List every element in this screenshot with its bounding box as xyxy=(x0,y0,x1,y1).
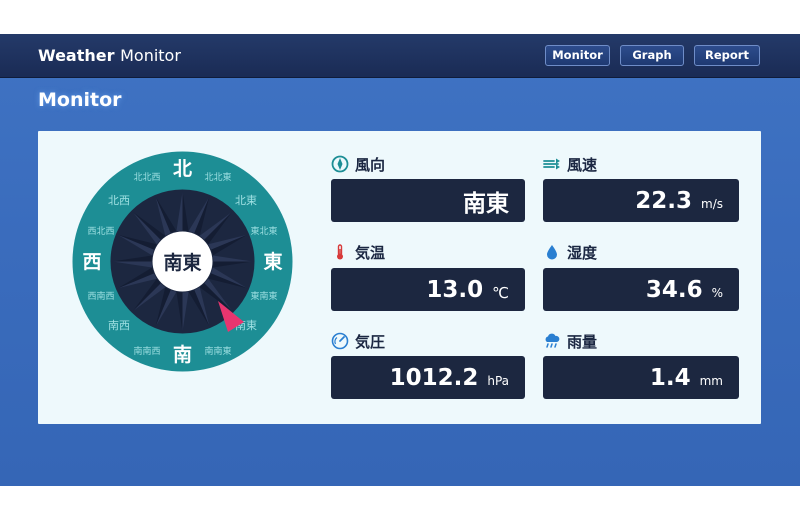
humidity-label-text: 湿度 xyxy=(567,243,598,262)
compass-ne-label: 北東 xyxy=(235,194,257,207)
compass-nw-label: 北西 xyxy=(108,194,130,207)
compass-south-label: 南 xyxy=(173,344,192,366)
app-frame: Weather Monitor Monitor Graph Report Mon… xyxy=(0,34,800,486)
rain-cloud-icon xyxy=(545,333,560,348)
rainfall-label: 雨量 xyxy=(543,330,597,352)
pressure-label: 気圧 xyxy=(331,330,385,352)
rainfall-unit: mm xyxy=(699,373,723,388)
compass-sw-label: 南西 xyxy=(108,319,130,332)
thermometer-icon xyxy=(337,244,343,260)
app-title-rest: Monitor xyxy=(120,46,181,65)
monitor-panel: 南東 北 東 南 西 北北西 北北東 北西 北東 西北西 東北東 西南西 東南東… xyxy=(38,131,761,424)
app-title: Weather Monitor xyxy=(38,46,181,65)
compass-sse-label: 南南東 xyxy=(204,345,231,357)
rainfall-label-text: 雨量 xyxy=(567,332,598,351)
wind-speed-unit: m/s xyxy=(701,196,723,211)
humidity-label: 湿度 xyxy=(543,241,597,263)
compass-wsw-label: 西南西 xyxy=(87,290,114,302)
compass-ssw-label: 南南西 xyxy=(133,345,160,357)
compass-wnw-label: 西北西 xyxy=(87,226,114,237)
wind-speed-label-text: 風速 xyxy=(567,155,598,174)
wind-compass: 南東 北 東 南 西 北北西 北北東 北西 北東 西北西 東北東 西南西 東南東… xyxy=(72,151,293,372)
temperature-unit: ℃ xyxy=(492,283,509,302)
app-title-bold: Weather xyxy=(38,46,115,65)
pressure-unit: hPa xyxy=(487,373,509,388)
temperature-label: 気温 xyxy=(331,241,385,263)
humidity-unit: % xyxy=(711,285,723,300)
nav-report-button[interactable]: Report xyxy=(694,45,760,66)
nav-graph-button[interactable]: Graph xyxy=(620,45,684,66)
top-bar: Weather Monitor Monitor Graph Report xyxy=(0,34,800,78)
pressure-label-text: 気圧 xyxy=(355,332,386,351)
temperature-value-box: 13.0 ℃ xyxy=(331,268,525,311)
rainfall-value: 1.4 xyxy=(649,364,691,391)
nav-monitor-button[interactable]: Monitor xyxy=(545,45,610,66)
wind-icon xyxy=(543,158,560,170)
rainfall-value-box: 1.4 mm xyxy=(543,356,739,399)
compass-ese-label: 東南東 xyxy=(250,290,277,302)
wind-speed-label: 風速 xyxy=(543,153,597,175)
compass-east-label: 東 xyxy=(263,250,282,273)
compass-nne-label: 北北東 xyxy=(204,171,231,183)
page-title: Monitor xyxy=(38,89,122,111)
humidity-value-box: 34.6 % xyxy=(543,268,739,311)
compass-center-label: 南東 xyxy=(163,251,201,274)
wind-direction-label: 風向 xyxy=(331,153,385,175)
compass-ene-label: 東北東 xyxy=(250,225,277,237)
temperature-value: 13.0 xyxy=(426,276,484,303)
wind-direction-value-box: 南東 xyxy=(331,179,525,222)
wind-direction-label-text: 風向 xyxy=(355,155,386,174)
compass-nnw-label: 北北西 xyxy=(133,172,160,183)
compass-north-label: 北 xyxy=(173,158,192,180)
humidity-value: 34.6 xyxy=(645,276,703,303)
droplet-icon xyxy=(547,245,557,260)
wind-direction-value: 南東 xyxy=(463,190,509,217)
compass-west-label: 西 xyxy=(82,251,101,273)
wind-speed-value-box: 22.3 m/s xyxy=(543,179,739,222)
temperature-label-text: 気温 xyxy=(355,243,386,262)
pressure-value-box: 1012.2 hPa xyxy=(331,356,525,399)
wind-speed-value: 22.3 xyxy=(635,187,693,214)
gauge-icon xyxy=(331,332,349,350)
compass-icon xyxy=(331,155,349,173)
pressure-value: 1012.2 xyxy=(389,364,479,391)
